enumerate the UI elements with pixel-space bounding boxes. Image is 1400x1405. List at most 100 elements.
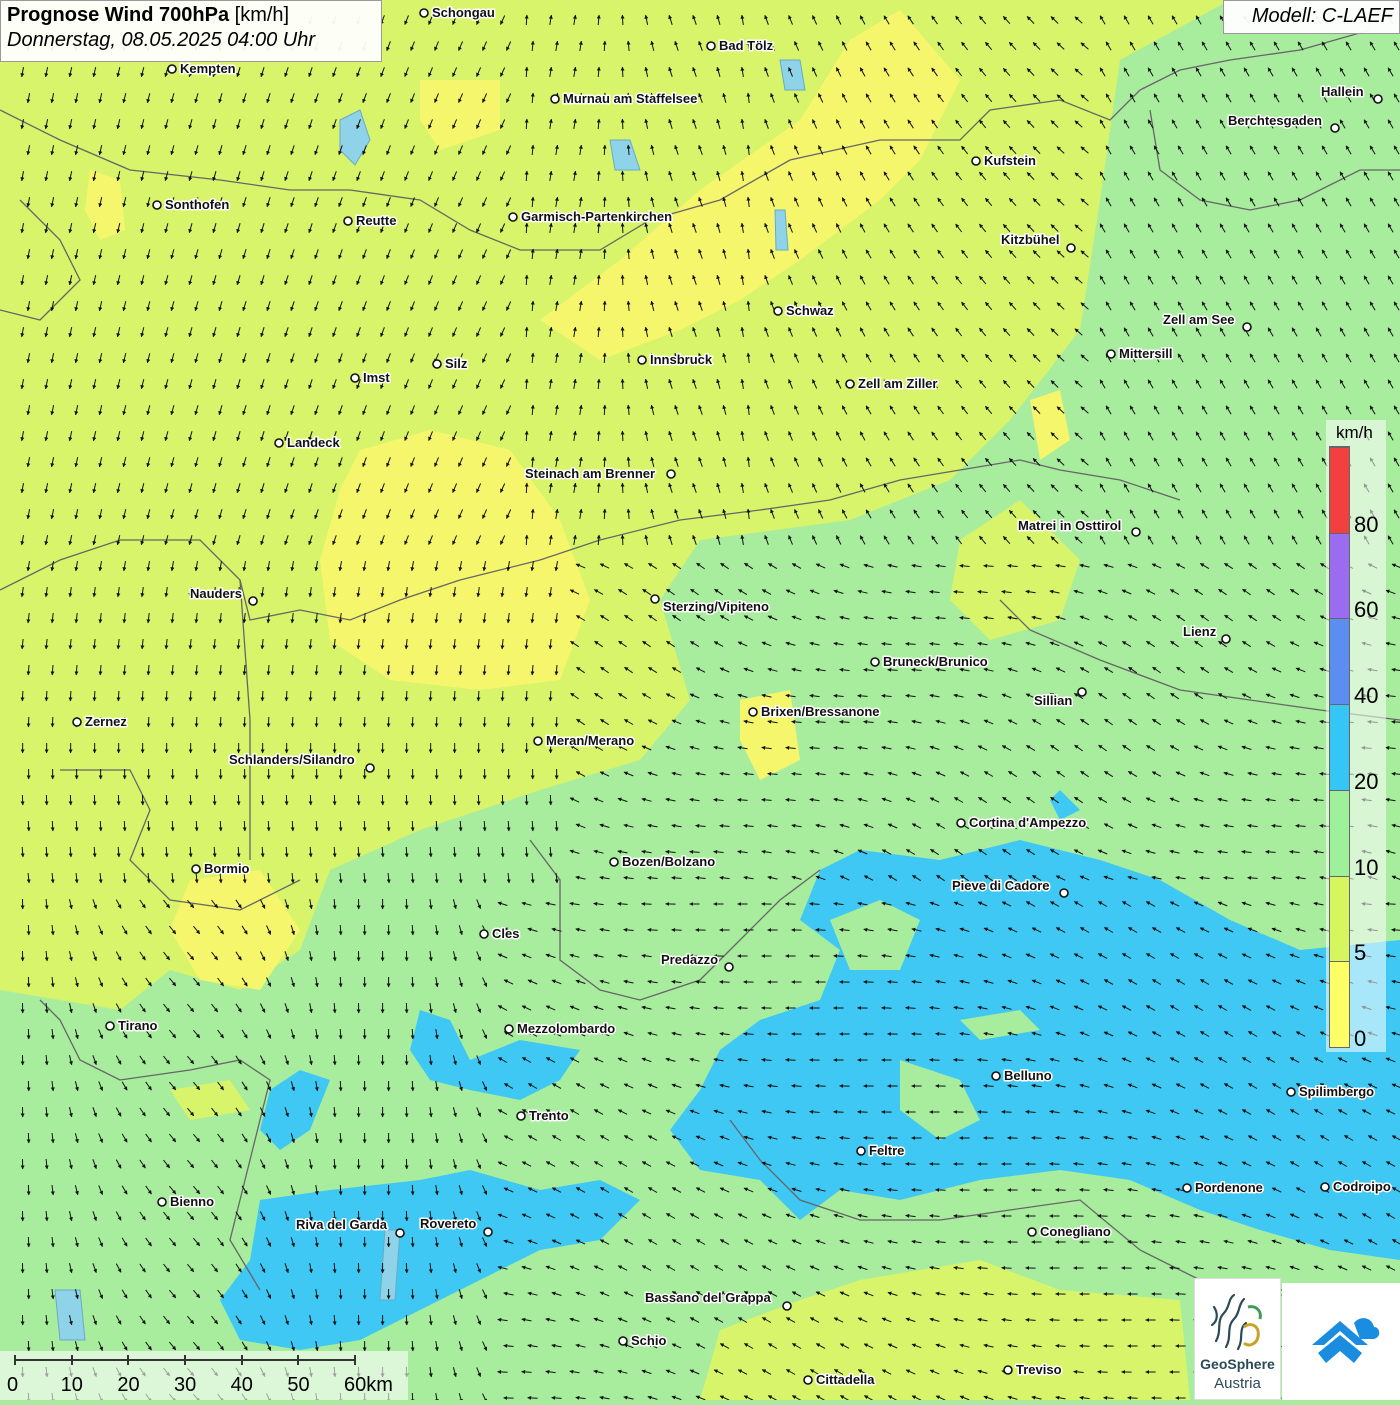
city-label: Bienno: [170, 1194, 214, 1209]
city-label: Schlanders/Silandro: [229, 752, 355, 767]
city-label: Predazzo: [661, 952, 718, 967]
wind-arrow: [358, 691, 359, 701]
city-marker: Bruneck/Brunico: [871, 654, 988, 669]
city-label: Imst: [363, 370, 390, 385]
wind-arrow: [412, 1029, 413, 1039]
wind-arrow: [954, 1060, 964, 1061]
legend-band: [1330, 618, 1349, 704]
scale-tick: [354, 1355, 356, 1365]
city-label: Kitzbühel: [1001, 232, 1060, 247]
geosphere-icon: [1208, 1291, 1268, 1355]
city-label: Pordenone: [1195, 1180, 1263, 1195]
scale-tick: [241, 1355, 243, 1365]
wind-arrow: [340, 1341, 341, 1351]
wind-arrow: [622, 67, 623, 77]
legend-band: [1330, 790, 1349, 876]
city-label: Tirano: [118, 1018, 158, 1033]
legend-label: 60: [1354, 597, 1378, 623]
wind-arrow: [340, 977, 341, 987]
legend-label: 5: [1354, 940, 1366, 966]
wind-arrow: [28, 821, 29, 831]
legend-band: [1330, 704, 1349, 790]
city-label: Belluno: [1004, 1068, 1052, 1083]
city-dot: [1067, 244, 1075, 252]
city-dot: [505, 1025, 513, 1033]
city-dot: [1107, 350, 1115, 358]
city-dot: [774, 307, 782, 315]
city-dot: [1243, 323, 1251, 331]
wind-arrow: [526, 275, 527, 285]
city-dot: [783, 1302, 791, 1310]
city-label: Zell am Ziller: [858, 376, 937, 391]
wind-arrow: [412, 1185, 413, 1195]
wind-arrow: [460, 821, 461, 831]
wind-map[interactable]: SchongauKemptenBad TölzMurnau am Staffel…: [0, 0, 1400, 1400]
wind-arrow: [526, 691, 527, 701]
city-marker: Innsbruck: [638, 352, 713, 367]
wind-arrow: [262, 691, 263, 701]
wind-arrow: [622, 483, 623, 493]
wind-arrow: [340, 1133, 341, 1143]
city-dot: [1222, 635, 1230, 643]
city-label: Brixen/Bressanone: [761, 704, 880, 719]
legend-unit: km/h: [1336, 423, 1373, 443]
city-label: Meran/Merano: [546, 733, 634, 748]
city-label: Zell am See: [1163, 312, 1235, 327]
wind-arrow: [834, 1112, 844, 1113]
map-title-unit: [km/h]: [235, 4, 289, 26]
city-label: Lienz: [1183, 624, 1217, 639]
wind-arrow: [1080, 1190, 1090, 1191]
city-dot: [1028, 1228, 1036, 1236]
wind-arrow: [1032, 1138, 1042, 1139]
wind-arrow: [412, 1081, 413, 1091]
wind-arrow: [1098, 1372, 1108, 1373]
legend-band: [1330, 876, 1349, 962]
distance-scalebar: 0102030405060km: [0, 1351, 408, 1400]
wind-arrow: [604, 353, 605, 363]
wind-arrow: [528, 1398, 538, 1399]
wind-arrow: [406, 691, 407, 701]
city-dot: [551, 95, 559, 103]
city-marker: Brixen/Bressanone: [749, 704, 880, 719]
wind-arrow: [196, 821, 197, 831]
wind-arrow: [622, 535, 623, 545]
wind-arrow: [526, 483, 527, 493]
city-dot: [667, 470, 675, 478]
city-label: Cittadella: [816, 1372, 875, 1387]
wind-arrow: [166, 691, 167, 701]
forecast-datetime: Donnerstag, 08.05.2025 04:00 Uhr: [7, 29, 375, 52]
scale-label: 30: [174, 1374, 196, 1397]
weather-app-icon: [1282, 1283, 1400, 1400]
wind-arrow: [1386, 904, 1396, 905]
city-dot: [275, 439, 283, 447]
wind-arrow: [604, 41, 605, 51]
wind-arrow: [412, 821, 413, 831]
wind-arrow: [340, 1237, 341, 1247]
city-label: Innsbruck: [650, 352, 713, 367]
wind-arrow: [526, 327, 527, 337]
legend-label: 10: [1354, 855, 1378, 881]
city-dot: [168, 65, 176, 73]
wind-arrow: [268, 821, 269, 831]
wind-arrow: [622, 119, 623, 129]
city-label: Sonthofen: [165, 197, 229, 212]
wind-arrow: [604, 509, 605, 519]
legend-band: [1330, 447, 1349, 533]
city-marker: Sonthofen: [153, 197, 229, 212]
city-label: Garmisch-Partenkirchen: [521, 209, 672, 224]
city-marker: Zell am Ziller: [846, 376, 937, 391]
legend-label: 0: [1354, 1026, 1366, 1052]
wind-arrow: [52, 821, 53, 831]
city-label: Riva del Garda: [296, 1217, 388, 1232]
wind-arrow: [22, 691, 23, 701]
wind-arrow: [1050, 1320, 1060, 1321]
city-dot: [638, 356, 646, 364]
city-label: Matrei in Osttirol: [1018, 518, 1121, 533]
city-dot: [1004, 1366, 1012, 1374]
wind-arrow: [220, 821, 221, 831]
city-dot: [1331, 124, 1339, 132]
city-dot: [992, 1072, 1000, 1080]
city-dot: [725, 963, 733, 971]
wind-arrow: [382, 691, 383, 701]
geosphere-logo: GeoSphere Austria: [1194, 1278, 1281, 1400]
